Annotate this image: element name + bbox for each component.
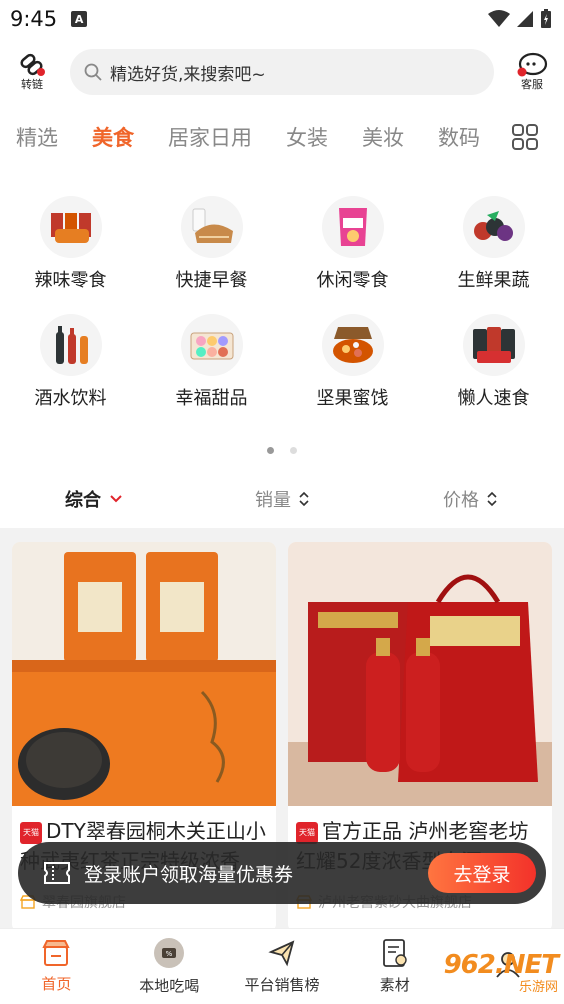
sort-sales-label: 销量 [255, 490, 291, 511]
battery-icon [541, 9, 551, 28]
document-icon [382, 939, 407, 967]
subcategory-breakfast[interactable]: 快捷早餐 [141, 196, 282, 292]
svg-text:%: % [166, 950, 173, 958]
subcategory-nuts[interactable]: 坚果蜜饯 [282, 314, 423, 410]
subcategory-grid: 辣味零食 快捷早餐 休闲零食 生鲜果蔬 酒水饮料 幸福甜品 坚果蜜饯 懒人速食 [0, 196, 564, 410]
subcategory-casual-snacks[interactable]: 休闲零食 [282, 196, 423, 292]
subcategory-label: 生鲜果蔬 [457, 270, 530, 291]
site-watermark: 962.NET 乐游网 [444, 950, 559, 995]
convert-link-button[interactable]: 转链 [0, 52, 64, 92]
tab-digital[interactable]: 数码 [438, 122, 480, 152]
tab-home[interactable]: 居家日用 [168, 122, 252, 152]
local-food-icon: % [154, 938, 185, 968]
home-shop-icon [42, 940, 71, 966]
signal-icon [517, 11, 533, 27]
nav-materials[interactable]: 素材 [338, 929, 451, 1004]
nav-label: 平台销售榜 [244, 976, 320, 994]
tab-beauty[interactable]: 美妆 [362, 122, 404, 152]
chevron-down-icon [110, 495, 122, 503]
subcategory-label: 辣味零食 [34, 270, 107, 291]
subcategory-label: 快捷早餐 [175, 270, 248, 291]
nav-label: 素材 [379, 976, 410, 994]
sort-sales[interactable]: 销量 [188, 478, 376, 520]
subcategory-label: 幸福甜品 [175, 388, 248, 409]
subcategory-label: 坚果蜜饯 [316, 388, 389, 409]
category-tabs: 精选 美食 居家日用 女装 美妆 数码 [0, 112, 564, 162]
status-time: 9:45 [10, 7, 58, 31]
subcategory-instant-food[interactable]: 懒人速食 [423, 314, 564, 410]
customer-service-button[interactable]: 客服 [500, 52, 564, 92]
convert-link-label: 转链 [21, 78, 43, 91]
subcategory-desserts[interactable]: 幸福甜品 [141, 314, 282, 410]
chat-bubble-icon [517, 52, 548, 77]
nav-home[interactable]: 首页 [0, 929, 113, 1004]
subcategory-label: 酒水饮料 [34, 388, 107, 409]
toast-text: 登录账户领取海量优惠券 [84, 863, 294, 886]
nav-local-food[interactable]: % 本地吃喝 [113, 929, 226, 1004]
sort-arrows-icon [299, 491, 309, 507]
subcategory-spicy-snacks[interactable]: 辣味零食 [0, 196, 141, 292]
macaron-box-icon [180, 314, 243, 376]
chips-bag-icon [321, 196, 384, 258]
search-placeholder: 精选好货,来搜索吧~ [110, 64, 266, 85]
subcategory-label: 懒人速食 [457, 388, 530, 409]
login-promo-toast: 登录账户领取海量优惠券 去登录 [18, 842, 546, 904]
watermark-sub: 乐游网 [518, 980, 558, 995]
berries-icon [462, 196, 525, 258]
product-image-baijiu-gift [288, 542, 552, 806]
tab-featured[interactable]: 精选 [16, 122, 58, 152]
login-button[interactable]: 去登录 [428, 853, 536, 893]
airplane-icon [268, 940, 295, 967]
sort-comprehensive-label: 综合 [65, 490, 101, 511]
search-icon [84, 63, 102, 81]
tab-food[interactable]: 美食 [92, 122, 134, 152]
link-icon [20, 53, 45, 76]
coupon-icon [44, 862, 70, 884]
customer-service-label: 客服 [521, 78, 543, 91]
subcategory-drinks[interactable]: 酒水饮料 [0, 314, 141, 410]
sort-price[interactable]: 价格 [376, 478, 564, 520]
grid-menu-icon[interactable] [512, 124, 538, 150]
instant-noodle-icon [462, 314, 525, 376]
nav-sales-ranking[interactable]: 平台销售榜 [226, 929, 339, 1004]
nav-label: 本地吃喝 [139, 977, 200, 995]
sort-arrows-icon [487, 491, 497, 507]
search-header: 转链 精选好货,来搜索吧~ 客服 [0, 44, 564, 100]
status-icons [488, 9, 552, 29]
sort-bar: 综合 销量 价格 [0, 478, 564, 520]
notification-a-icon: A [71, 11, 88, 27]
spicy-snack-icon [39, 196, 102, 258]
tmall-badge: 天猫 [20, 822, 42, 844]
bread-milk-icon [180, 196, 243, 258]
sort-price-label: 价格 [443, 490, 479, 511]
subcategory-label: 休闲零食 [316, 270, 389, 291]
tab-women[interactable]: 女装 [286, 122, 328, 152]
wifi-icon [488, 10, 510, 27]
tmall-badge: 天猫 [296, 822, 318, 844]
product-image-tea-gift-box [12, 542, 276, 806]
nut-box-icon [321, 314, 384, 376]
sort-comprehensive[interactable]: 综合 [0, 478, 188, 520]
search-input[interactable]: 精选好货,来搜索吧~ [70, 49, 494, 95]
bottles-icon [39, 314, 102, 376]
page-dot-active [267, 447, 274, 454]
page-dot [290, 447, 297, 454]
page-indicator [0, 447, 564, 454]
status-bar: 9:45 A [0, 0, 564, 38]
nav-label: 首页 [41, 975, 72, 993]
subcategory-fresh-produce[interactable]: 生鲜果蔬 [423, 196, 564, 292]
